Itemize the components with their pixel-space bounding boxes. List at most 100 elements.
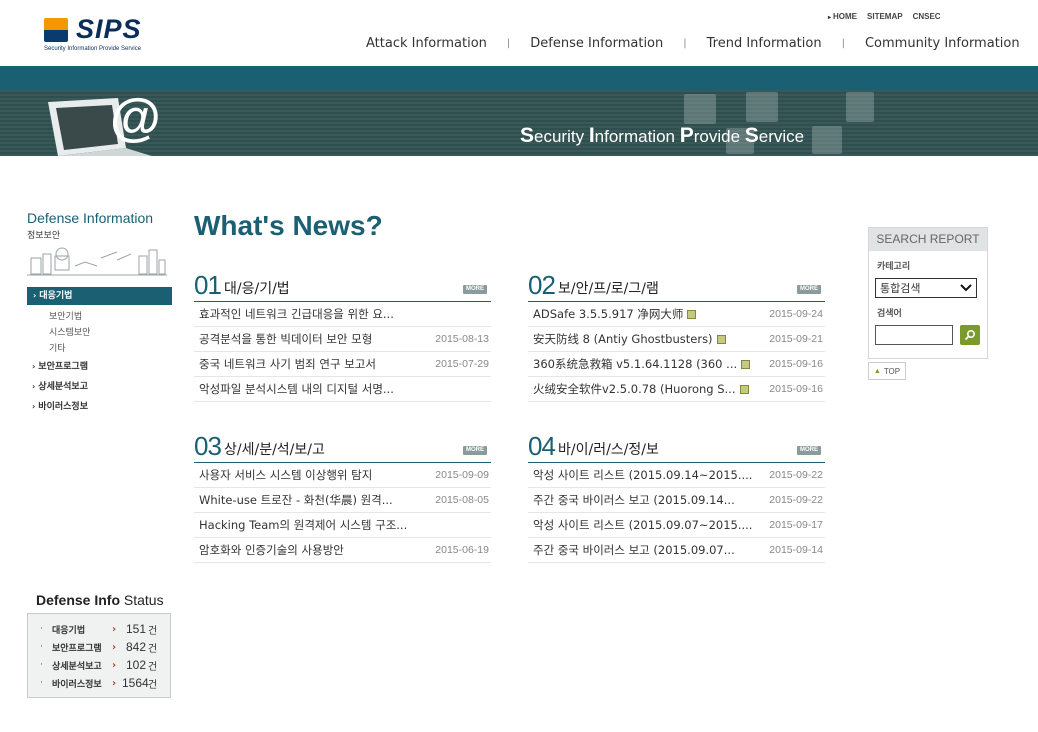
board-number: 01: [194, 270, 222, 300]
more-button[interactable]: MORE: [463, 285, 487, 294]
list-item[interactable]: 악성 사이트 리스트 (2015.09.14~2015.... 2015-09-2…: [528, 463, 825, 488]
list-item[interactable]: ADSafe 3.5.5.917 净网大师 2015-09-24: [528, 302, 825, 327]
bullet-icon: ·: [40, 660, 43, 670]
nav-defense-information[interactable]: Defense Information: [530, 36, 663, 51]
status-label: 보안프로그램: [52, 643, 102, 654]
status-count: 102: [125, 658, 146, 672]
banner-top-strip: [0, 66, 1038, 90]
list-item[interactable]: 사용자 서비스 시스템 이상행위 탐지 2015-09-09: [194, 463, 491, 488]
nav-community-information[interactable]: Community Information: [865, 36, 1020, 51]
network-illustration-icon: [27, 247, 167, 276]
sidebar-title: Defense Information: [27, 210, 154, 226]
sidebar-item-security-programs[interactable]: › 보안프로그램: [27, 357, 172, 377]
board-name: 대/응/기/법: [224, 281, 290, 297]
category-label: 카테고리: [877, 262, 911, 272]
board-header: 01 대/응/기/법 MORE: [194, 270, 491, 302]
category-select[interactable]: 통합검색: [875, 278, 977, 298]
more-button[interactable]: MORE: [797, 285, 821, 294]
bullet-icon: ·: [40, 678, 43, 688]
chevron-right-icon: ›: [112, 623, 117, 635]
list-item[interactable]: 安天防线 8 (Antiy Ghostbusters) 2015-09-21: [528, 327, 825, 352]
sips-logo[interactable]: SIPS Security Information Provide Servic…: [44, 14, 154, 58]
chevron-right-icon: ›: [112, 659, 117, 671]
list-item[interactable]: 주간 중국 바이러스 보고 (2015.09.07... 2015-09-14: [528, 538, 825, 563]
list-item[interactable]: 360系统急救箱 v5.1.64.1128 (360 ... 2015-09-16: [528, 352, 825, 377]
keyword-input[interactable]: [875, 325, 953, 345]
bullet-icon: ·: [40, 624, 43, 634]
status-row[interactable]: · 바이러스정보 › 1564 건: [40, 674, 170, 692]
keyword-label: 검색어: [877, 309, 902, 319]
nav-attack-information[interactable]: Attack Information: [366, 36, 487, 51]
list-item[interactable]: 악성 사이트 리스트 (2015.09.07~2015.... 2015-09-1…: [528, 513, 825, 538]
attachment-icon: [716, 335, 726, 344]
back-to-top-button[interactable]: ▲ TOP: [868, 362, 906, 380]
util-cnsec-link[interactable]: CNSEC: [913, 12, 941, 24]
list-item[interactable]: White-use 트로잔 - 화천(华晨) 원격... 2015-08-05: [194, 488, 491, 513]
board-list: 악성 사이트 리스트 (2015.09.14~2015.... 2015-09-2…: [528, 463, 825, 563]
chevron-right-icon: ›: [112, 641, 117, 653]
board-header: 02 보/안/프/로/그/램 MORE: [528, 270, 825, 302]
search-button[interactable]: [960, 325, 980, 345]
list-item[interactable]: 공격분석을 통한 빅데이터 보안 모형 2015-08-13: [194, 327, 491, 352]
list-item[interactable]: 악성파일 분석시스템 내의 디지털 서명...: [194, 377, 491, 402]
banner-tile: [812, 126, 842, 154]
sidebar-subitem[interactable]: 시스템보안: [49, 325, 172, 341]
board-name: 바/이/러/스/정/보: [558, 442, 659, 458]
nav-trend-information[interactable]: Trend Information: [707, 36, 822, 51]
attachment-icon: [741, 360, 751, 369]
status-row[interactable]: · 대응기법 › 151 건: [40, 620, 170, 638]
status-label: 바이러스정보: [52, 679, 102, 690]
list-item[interactable]: 효과적인 네트워크 긴급대응을 위한 요...: [194, 302, 491, 327]
list-item[interactable]: 암호화와 인증기술의 사용방안 2015-06-19: [194, 538, 491, 563]
board-list: 효과적인 네트워크 긴급대응을 위한 요... 공격분석을 통한 빅데이터 보안…: [194, 302, 491, 402]
logo-mark-icon: [44, 18, 68, 42]
list-item[interactable]: Hacking Team의 원격제어 시스템 구조...: [194, 513, 491, 538]
logo-text: SIPS: [76, 14, 142, 44]
banner-tile: [846, 92, 874, 122]
search-report-panel: SEARCH REPORT 카테고리 통합검색 검색어: [868, 227, 988, 359]
bullet-icon: ·: [40, 642, 43, 652]
nav-separator: |: [506, 37, 511, 49]
board-security-programs: 02 보/안/프/로/그/램 MORE ADSafe 3.5.5.917 净网大…: [528, 270, 825, 402]
board-list: 사용자 서비스 시스템 이상행위 탐지 2015-09-09 White-use …: [194, 463, 491, 563]
chevron-right-icon: ›: [33, 291, 37, 300]
search-icon: [964, 329, 976, 341]
list-item[interactable]: 중국 네트워크 사기 범죄 연구 보고서 2015-07-29: [194, 352, 491, 377]
status-box: · 대응기법 › 151 건 · 보안프로그램 › 842 건 · 상세분석보고…: [27, 613, 171, 698]
status-unit: 건: [148, 679, 158, 691]
sidebar-item-active[interactable]: › 대응기법: [27, 287, 172, 305]
board-number: 04: [528, 431, 556, 461]
more-button[interactable]: MORE: [797, 446, 821, 455]
list-item[interactable]: 火绒安全软件v2.5.0.78 (Huorong S... 2015-09-16: [528, 377, 825, 402]
search-report-header: SEARCH REPORT: [869, 228, 987, 251]
chevron-right-icon: ›: [32, 362, 36, 371]
list-item[interactable]: 주간 중국 바이러스 보고 (2015.09.14... 2015-09-22: [528, 488, 825, 513]
keyword-row: [875, 325, 987, 345]
main-nav: Attack Information | Defense Information…: [366, 34, 1020, 52]
sidebar-subitem[interactable]: 보안기법: [49, 309, 172, 325]
banner-tagline: Security Information Provide Service: [520, 124, 805, 147]
status-unit: 건: [148, 643, 158, 655]
chevron-right-icon: ›: [112, 677, 117, 689]
sidebar-item-analysis-reports[interactable]: › 상세분석보고: [27, 377, 172, 397]
board-header: 03 상/세/분/석/보/고 MORE: [194, 431, 491, 463]
nav-separator: |: [841, 37, 845, 49]
attachment-icon: [687, 310, 697, 319]
nav-separator: |: [683, 37, 687, 49]
status-unit: 건: [148, 661, 158, 673]
page-title: What's News?: [194, 210, 383, 241]
banner-tile: [684, 94, 716, 124]
board-detailed-analysis: 03 상/세/분/석/보/고 MORE 사용자 서비스 시스템 이상행위 탐지 2…: [194, 431, 491, 563]
board-response-techniques: 01 대/응/기/법 MORE 효과적인 네트워크 긴급대응을 위한 요... …: [194, 270, 491, 402]
sidebar-menu: › 대응기법 보안기법 시스템보안 기타 › 보안프로그램 › 상세분석보고 › 바이러…: [27, 287, 172, 417]
status-label: 대응기법: [52, 625, 86, 636]
sidebar-subitem[interactable]: 기타: [49, 341, 172, 357]
status-row[interactable]: · 보안프로그램 › 842 건: [40, 638, 170, 656]
utility-nav: ▸ HOME SITEMAP CNSEC: [828, 12, 941, 24]
more-button[interactable]: MORE: [463, 446, 487, 455]
sidebar-item-virus-info[interactable]: › 바이러스정보: [27, 397, 172, 417]
util-sitemap-link[interactable]: SITEMAP: [867, 12, 903, 24]
util-home-link[interactable]: ▸ HOME: [828, 12, 857, 24]
chevron-down-icon: [960, 284, 972, 292]
status-row[interactable]: · 상세분석보고 › 102 건: [40, 656, 170, 674]
